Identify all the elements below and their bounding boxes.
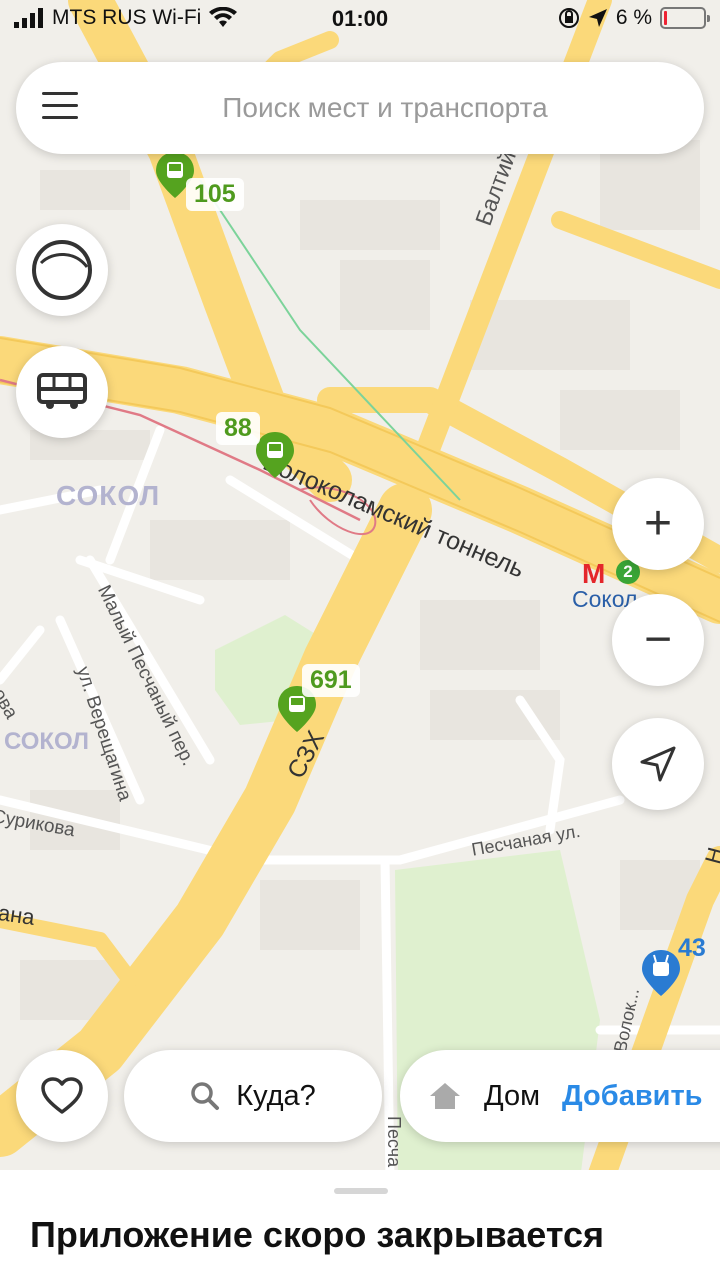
home-card[interactable]: Дом Добавить [400, 1050, 720, 1142]
district-label-sokol-2: СОКОЛ [4, 728, 89, 755]
alice-icon [32, 240, 92, 300]
bus-stop-number: 88 [216, 412, 260, 445]
search-icon [191, 1082, 220, 1110]
sheet-drag-handle[interactable] [334, 1188, 388, 1194]
orientation-lock-icon [558, 8, 579, 28]
bus-stop-number: 105 [186, 178, 244, 211]
heart-icon [41, 1077, 83, 1114]
status-bar: MTS RUS Wi-Fi 01:00 6 % [0, 0, 720, 40]
favorites-button[interactable] [16, 1050, 108, 1142]
street-label-ana: ана [0, 900, 37, 930]
district-label-sokol: СОКОЛ [56, 480, 161, 511]
zoom-in-button[interactable]: + [612, 478, 704, 570]
my-location-button[interactable] [612, 718, 704, 810]
location-arrow-icon [588, 9, 607, 27]
sheet-title: Приложение скоро закрывается [30, 1214, 605, 1255]
street-label-pescha-vertical: Песча [384, 1116, 404, 1168]
home-label: Дом [484, 1079, 541, 1112]
bus-stop-number: 691 [302, 664, 360, 697]
bottom-sheet: Приложение скоро закрывается [0, 1170, 720, 1280]
trolley-stop-number: 43 [678, 934, 706, 962]
add-home-link[interactable]: Добавить [562, 1080, 702, 1113]
alice-assistant-button[interactable] [16, 224, 108, 316]
search-bar [16, 62, 704, 154]
where-to-button[interactable]: Куда? [124, 1050, 382, 1142]
transport-layer-button[interactable] [16, 346, 108, 438]
battery-icon [660, 7, 710, 29]
bus-icon [37, 373, 87, 409]
minus-icon: − [643, 613, 673, 666]
search-input[interactable] [106, 84, 664, 132]
bus-stop-88[interactable]: 88 [216, 412, 294, 483]
bus-stop-691[interactable]: 691 [278, 664, 360, 737]
bus-stop-pin-icon [256, 432, 294, 478]
menu-icon[interactable] [42, 92, 78, 122]
bus-stop-105[interactable]: 105 [156, 152, 244, 211]
plus-icon: + [643, 497, 673, 550]
home-icon [430, 1083, 460, 1109]
where-to-label: Куда? [236, 1079, 316, 1112]
navigation-arrow-icon [640, 746, 676, 782]
zoom-out-button[interactable]: − [612, 594, 704, 686]
battery-percent: 6 % [615, 6, 652, 29]
trolley-stop-43[interactable]: 43 [642, 934, 706, 1001]
